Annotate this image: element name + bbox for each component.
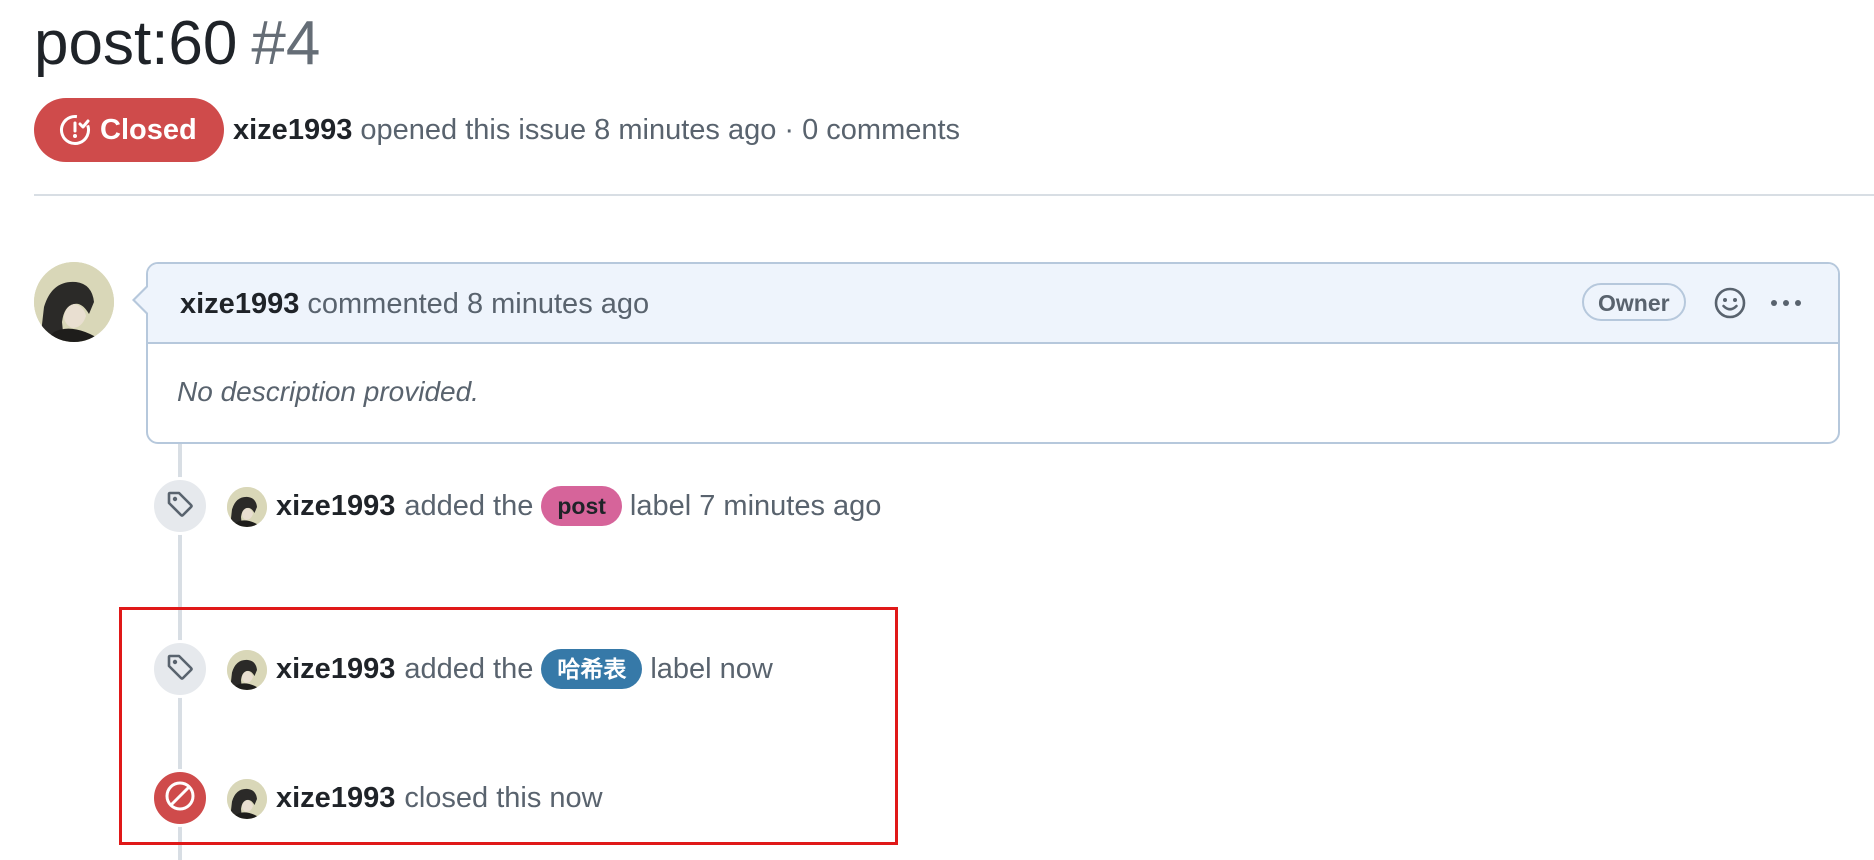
issue-state-badge: Closed	[34, 98, 224, 162]
issue-opened-text: opened this issue 8 minutes ago · 0 comm…	[360, 114, 961, 146]
comment-body: No description provided.	[177, 376, 479, 407]
comment-pointer-fill	[135, 286, 149, 314]
event-suffix: label 7 minutes ago	[629, 490, 882, 522]
tag-icon	[165, 489, 195, 524]
issue-state-label: Closed	[100, 113, 197, 146]
avatar[interactable]	[34, 262, 114, 342]
comment-author-line: xize1993 commented 8 minutes ago	[180, 284, 649, 324]
header-divider	[34, 194, 1874, 196]
highlight-box	[119, 607, 898, 845]
comment-author-link[interactable]: xize1993	[180, 288, 299, 320]
issue-title: post:60 #4	[34, 6, 320, 82]
event-prefix: added the	[404, 490, 534, 522]
comment-header: xize1993 commented 8 minutes ago Owner	[132, 264, 1838, 344]
owner-badge: Owner	[1582, 283, 1686, 321]
smiley-icon[interactable]	[1713, 286, 1747, 320]
issue-author-link[interactable]: xize1993	[233, 114, 352, 146]
comment-action[interactable]: commented 8 minutes ago	[307, 288, 649, 320]
issue-number: #4	[251, 9, 321, 78]
issue-closed-icon	[58, 113, 92, 147]
label-pill-post[interactable]: post	[541, 486, 622, 526]
comment-box: xize1993 commented 8 minutes ago Owner N…	[132, 262, 1840, 444]
event-text: xize1993 added the post label 7 minutes …	[276, 484, 881, 528]
event-badge	[151, 477, 209, 535]
issue-title-text: post:60	[34, 9, 238, 78]
event-actor-link[interactable]: xize1993	[276, 484, 395, 528]
issue-meta: xize1993 opened this issue 8 minutes ago…	[233, 110, 960, 150]
kebab-horizontal-icon[interactable]	[1766, 286, 1806, 320]
avatar[interactable]	[227, 487, 267, 527]
